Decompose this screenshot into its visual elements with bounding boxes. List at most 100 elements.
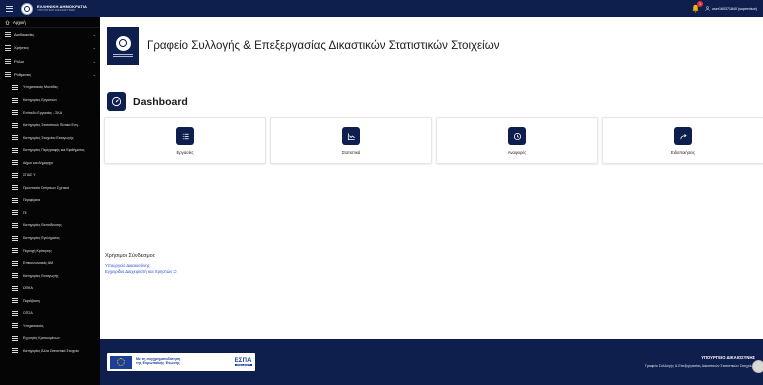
sidebar-item[interactable]: Περιφέρεια bbox=[0, 194, 100, 207]
notification-badge: 1 bbox=[697, 1, 704, 7]
brand-line2: ΥΠΟΥΡΓΕΙΟ ΔΙΚΑΙΟΣΥΝΗΣ bbox=[37, 8, 75, 12]
sidebar-item-label: Εγγυητές Κρατουμένων bbox=[23, 336, 60, 341]
main-content: Γραφείο Συλλογής & Επεξεργασίας Δικαστικ… bbox=[100, 17, 763, 385]
list-icon bbox=[12, 335, 18, 341]
footer-office: Γραφείο Συλλογής & Επεξεργασίας Δικαστικ… bbox=[644, 364, 755, 368]
sidebar-item[interactable]: Κατηγορίες Εργασιών bbox=[0, 94, 100, 107]
sidebar-item-home[interactable]: Αρχική bbox=[0, 17, 100, 28]
user-menu[interactable]: user160371840 (supervisor) bbox=[705, 6, 757, 11]
chevron-down-icon: ⌄ bbox=[92, 32, 96, 38]
card-statistics[interactable]: Στατιστικά bbox=[270, 117, 432, 164]
greek-seal-icon bbox=[21, 2, 33, 15]
sidebar-item[interactable]: Κατηγορίες Περιγραφής και Εφιθήματος bbox=[0, 144, 100, 157]
home-icon bbox=[5, 19, 10, 24]
sidebar-item-label: Αρχική bbox=[13, 19, 26, 25]
sidebar-item-label: ΩΠΚΑ bbox=[23, 286, 33, 291]
clock-icon bbox=[508, 127, 526, 145]
sidebar-item[interactable]: Υπηρεσιακός bbox=[0, 320, 100, 333]
floating-action-button[interactable] bbox=[752, 360, 763, 373]
card-tasks[interactable]: Εργασίες bbox=[104, 117, 266, 164]
sidebar-item[interactable]: Δήμοι και Δήμαρχοι bbox=[0, 156, 100, 169]
link-manual-label: Εγχειρίδιο Διαχειριστή και Χρηστών bbox=[105, 268, 173, 274]
sidebar-group[interactable]: Ρύθμισεις ⌄ bbox=[0, 68, 100, 81]
menu-toggle-button[interactable] bbox=[3, 2, 17, 16]
dashboard-icon bbox=[107, 92, 126, 111]
sidebar-item-label: Κατηγορίες Εισαγωγής bbox=[23, 273, 59, 278]
brand-logo[interactable]: ΕΛΛΗΝΙΚΗ ΔΗΜΟΚΡΑΤΙΑ ΥΠΟΥΡΓΕΙΟ ΔΙΚΑΙΟΣΥΝΗ… bbox=[21, 2, 87, 15]
sidebar-item[interactable]: ΟΠΣΑ bbox=[0, 307, 100, 320]
list-icon bbox=[12, 147, 18, 153]
sidebar-item[interactable]: Προστασία Οιτήσεων Σχετικοί bbox=[0, 182, 100, 195]
eu-flag-icon bbox=[110, 355, 132, 369]
sidebar-item-label: Υπηρεσιακές Μονάδες bbox=[23, 85, 59, 90]
espa-banner: Με τη συγχρηματοδότηση της Ευρωπαϊκής Έν… bbox=[107, 353, 255, 371]
top-bar: ΕΛΛΗΝΙΚΗ ΔΗΜΟΚΡΑΤΙΑ ΥΠΟΥΡΓΕΙΟ ΔΙΚΑΙΟΣΥΝΗ… bbox=[0, 0, 763, 17]
card-label: Ειδοποιήσεις bbox=[670, 150, 696, 155]
sidebar-item-label: Κατηγορίες Εγκλήματος bbox=[23, 236, 60, 241]
sidebar-item[interactable]: Κατηγορίες Εκπαίδευσης bbox=[0, 219, 100, 232]
sidebar-item-label: Κατηγορίες Εκπαίδευσης bbox=[23, 223, 62, 228]
sidebar-item[interactable]: Κατηγορίες Εγκλήματος bbox=[0, 232, 100, 245]
sidebar-item[interactable]: Υπηρεσιακές Μονάδες bbox=[0, 81, 100, 94]
sidebar-item[interactable]: Κατηγορίες Άλλα Στατιστικά Στοιχεία bbox=[0, 345, 100, 358]
sidebar-group[interactable]: Διαδικασίες ⌄ bbox=[0, 28, 100, 41]
sidebar-item[interactable]: ΣΠΑΣ Υ bbox=[0, 169, 100, 182]
sidebar-item-label: Προστασία Οιτήσεων Σχετικοί bbox=[23, 185, 70, 190]
org-logo bbox=[107, 27, 139, 65]
org-header: Γραφείο Συλλογής & Επεξεργασίας Δικαστικ… bbox=[107, 27, 499, 65]
sidebar-item-label: Κατηγορίες Άλλα Στατιστικά Στοιχεία bbox=[23, 348, 79, 353]
list-icon bbox=[5, 45, 11, 51]
list-icon bbox=[5, 58, 11, 64]
sidebar-item[interactable]: Κατηγορίες Στοιχείου Εισαγωγής bbox=[0, 131, 100, 144]
chevron-down-icon: ⌄ bbox=[92, 72, 96, 78]
sidebar-item[interactable]: Παράβαση bbox=[0, 294, 100, 307]
card-notifications[interactable]: Ειδοποιήσεις bbox=[602, 117, 763, 164]
sidebar-item-label: Παράβαση bbox=[23, 298, 40, 303]
notifications-button[interactable]: 1 bbox=[691, 1, 704, 13]
sidebar-item[interactable]: Επικοινωνιακές ΑΜ bbox=[0, 257, 100, 270]
sidebar-item[interactable]: Εγγυητές Κρατουμένων bbox=[0, 332, 100, 345]
sidebar-item[interactable]: Κατηγορίες Στατιστικού Πίνακα Ενη.. bbox=[0, 119, 100, 132]
sidebar-group-label: Ρόλοι bbox=[14, 58, 24, 64]
list-icon bbox=[12, 248, 18, 254]
card-label: Αναφορές bbox=[507, 150, 527, 155]
sidebar-group[interactable]: Ρόλοι ⌄ bbox=[0, 55, 100, 68]
list-icon bbox=[12, 210, 18, 216]
link-manual[interactable]: Εγχειρίδιο Διαχειριστή και Χρηστών ⎋ bbox=[105, 269, 177, 275]
dashboard-header: Dashboard bbox=[107, 92, 188, 111]
sidebar-item-label: Επίπεδο Εργασίας - ΣΚΑ bbox=[23, 110, 63, 115]
list-icon bbox=[12, 135, 18, 141]
espa-line2: της Ευρωπαϊκής Ένωσης bbox=[136, 361, 180, 365]
chevron-down-icon: ⌄ bbox=[92, 45, 96, 51]
footer-ministry: ΥΠΟΥΡΓΕΙΟ ΔΙΚΑΙΟΣΥΝΗΣ bbox=[701, 355, 755, 360]
list-icon bbox=[12, 197, 18, 203]
sidebar-item-label: ΠΙ bbox=[23, 210, 27, 215]
sidebar-item-label: Επικοινωνιακές ΑΜ bbox=[23, 261, 54, 266]
card-reports[interactable]: Αναφορές bbox=[436, 117, 598, 164]
sidebar-item-label: Δήμοι και Δήμαρχοι bbox=[23, 160, 54, 165]
user-icon bbox=[705, 6, 710, 11]
chart-icon bbox=[342, 127, 360, 145]
useful-links: Χρήσιμοι Σύνδεσμοι: Υπουργείο Δικαιοσύνη… bbox=[105, 253, 177, 274]
sidebar-item[interactable]: Κατηγορίες Εισαγωγής bbox=[0, 269, 100, 282]
list-icon bbox=[5, 72, 11, 78]
org-title: Γραφείο Συλλογής & Επεξεργασίας Δικαστικ… bbox=[147, 40, 500, 52]
sidebar-item[interactable]: ΠΙ bbox=[0, 207, 100, 220]
list-icon bbox=[12, 84, 18, 90]
sidebar-item[interactable]: Επίπεδο Εργασίας - ΣΚΑ bbox=[0, 106, 100, 119]
sidebar-item[interactable]: Περιοχή Κράτησης bbox=[0, 244, 100, 257]
sidebar: Αρχική Διαδικασίες ⌄ Χρήστες ⌄ Ρόλοι ⌄ Ρύθμισε… bbox=[0, 17, 100, 385]
sidebar-item-label: ΟΠΣΑ bbox=[23, 311, 33, 316]
list-icon bbox=[12, 172, 18, 178]
sidebar-item[interactable]: ΩΠΚΑ bbox=[0, 282, 100, 295]
sidebar-group[interactable]: Χρήστες ⌄ bbox=[0, 41, 100, 54]
espa-years: 2021-2027 bbox=[234, 362, 252, 367]
sidebar-item-label: Περιοχή Κράτησης bbox=[23, 248, 52, 253]
page-title: Dashboard bbox=[133, 95, 188, 108]
sidebar-group-label: Διαδικασίες bbox=[14, 32, 35, 38]
sidebar-group-label: Χρήστες bbox=[14, 45, 29, 51]
list-icon bbox=[176, 127, 194, 145]
footer-info: ΥΠΟΥΡΓΕΙΟ ΔΙΚΑΙΟΣΥΝΗΣ Γραφείο Συλλογής &… bbox=[645, 355, 755, 368]
user-label: user160371840 (supervisor) bbox=[712, 6, 757, 11]
list-icon bbox=[12, 235, 18, 241]
